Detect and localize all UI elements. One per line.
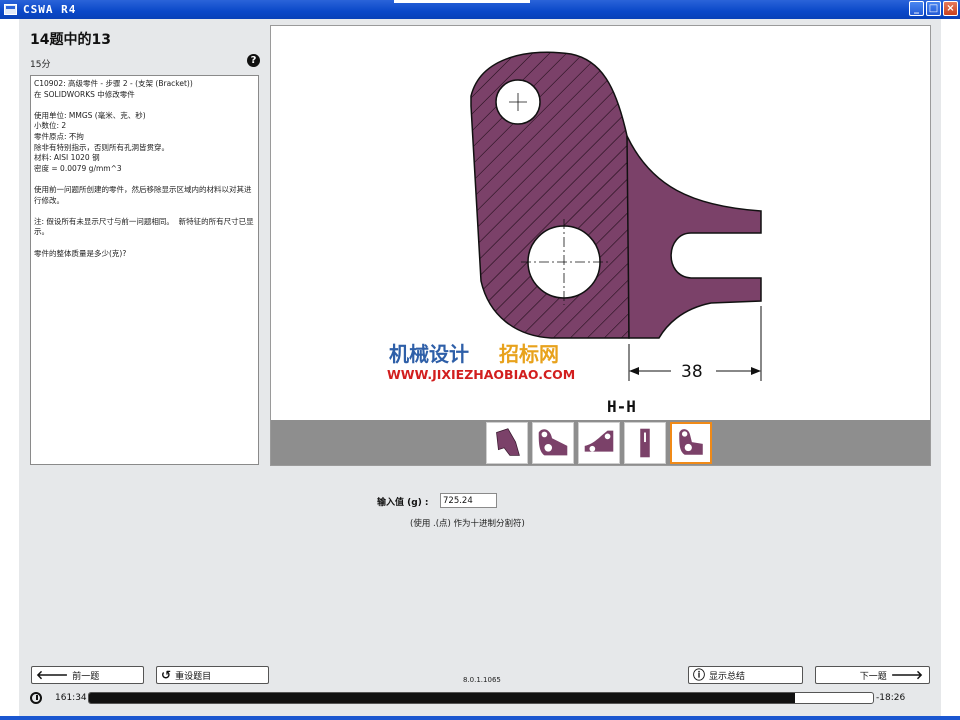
answer-hint: (使用 .(点) 作为十进制分割符) <box>410 519 525 529</box>
version-label: 8.0.1.1065 <box>463 676 501 684</box>
show-summary-button[interactable]: ⓘ 显示总结 <box>688 666 803 684</box>
app-icon <box>4 4 17 15</box>
section-label: H-H <box>607 397 636 416</box>
time-progress-fill <box>89 693 795 703</box>
answer-label: 输入值 (g) : <box>377 498 429 508</box>
solid-section <box>626 135 762 339</box>
question-heading: 14题中的13 <box>30 32 111 48</box>
help-icon[interactable]: ? <box>247 54 260 67</box>
thumbnail-strip <box>271 420 930 465</box>
close-button[interactable]: × <box>943 1 958 16</box>
time-progress-bar <box>88 692 874 704</box>
info-icon: ⓘ <box>693 668 706 682</box>
reset-question-button[interactable]: ↺ 重设题目 <box>156 666 269 684</box>
window-title: CSWA R4 <box>23 3 77 16</box>
prev-question-label: 前一题 <box>72 671 100 682</box>
reset-question-label: 重设题目 <box>175 671 212 682</box>
title-bar: CSWA R4 _ □ × <box>0 0 960 19</box>
answer-input[interactable] <box>440 493 497 508</box>
arrow-left-icon: 🡐 <box>36 668 69 682</box>
watermark-text-1: 机械设计 <box>389 342 469 366</box>
title-bar-tab <box>394 0 530 3</box>
thumbnail-2[interactable] <box>532 422 574 464</box>
thumbnail-1[interactable] <box>486 422 528 464</box>
taskbar-edge <box>0 716 960 720</box>
exam-main-area: 14题中的13 15分 ? C10902: 高级零件 - 步骤 2 - (支架 … <box>19 19 941 720</box>
drawing-panel: 38 机械设计 招标网 WWW.JIXIEZHAOBIAO.COM H-H <box>270 25 931 466</box>
thumbnail-4[interactable] <box>624 422 666 464</box>
minimize-button[interactable]: _ <box>909 1 924 16</box>
clock-icon <box>30 692 42 704</box>
next-question-label: 下一题 <box>859 671 887 682</box>
watermark-url: WWW.JIXIEZHAOBIAO.COM <box>387 367 575 382</box>
rotate-left-icon: ↺ <box>161 668 172 682</box>
prev-question-button[interactable]: 🡐 前一题 <box>31 666 144 684</box>
section-drawing: 38 机械设计 招标网 WWW.JIXIEZHAOBIAO.COM <box>387 51 762 382</box>
thumbnail-5[interactable] <box>670 422 712 464</box>
arrow-right-icon: 🡒 <box>890 668 923 682</box>
thumbnail-3[interactable] <box>578 422 620 464</box>
elapsed-time: 161:34 <box>55 693 87 703</box>
watermark-text-2: 招标网 <box>499 342 559 366</box>
question-text: C10902: 高级零件 - 步骤 2 - (支架 (Bracket)) 在 S… <box>30 75 259 465</box>
remaining-time: -18:26 <box>876 693 906 703</box>
show-summary-label: 显示总结 <box>709 671 746 682</box>
question-points: 15分 <box>30 60 51 70</box>
next-question-button[interactable]: 下一题 🡒 <box>815 666 930 684</box>
dimension-38: 38 <box>681 362 703 382</box>
maximize-button[interactable]: □ <box>926 1 941 16</box>
